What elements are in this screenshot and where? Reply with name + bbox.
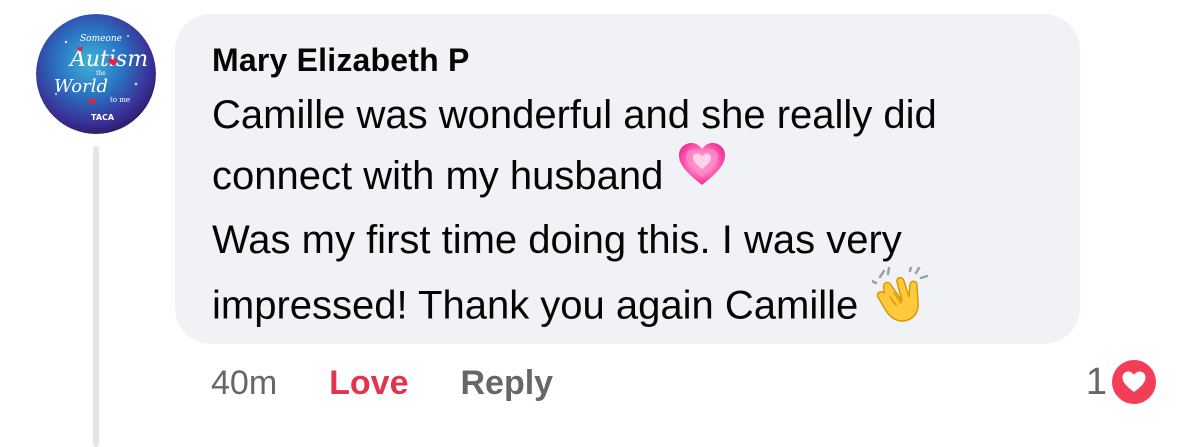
love-button[interactable]: Love [329,364,408,403]
comment-line: Was my first time doing this. I was very [212,218,902,263]
reaction-count: 1 [1085,360,1107,403]
comment-text: Camille was wonderful and she really did… [212,85,1050,345]
clapping-hands-icon [871,266,929,341]
sparkling-heart-icon [677,142,727,206]
comment-line-with-emoji: connect with my husband [212,143,1050,210]
comment-bubble: Mary Elizabeth P Camille was wonderful a… [175,14,1080,344]
avatar-text-5: to me [110,96,130,104]
avatar-text-4: World [54,76,108,97]
avatar-text-1: Someone [80,34,122,44]
comment-author[interactable]: Mary Elizabeth P [212,40,470,80]
comment-line: impressed! Thank you again Camille [212,284,859,328]
avatar[interactable]: Someone Autism the World to me TACA [36,14,156,134]
reply-button[interactable]: Reply [461,364,554,403]
thread-line [93,146,99,447]
comment-actions: 40m Love Reply [211,360,553,406]
comment-timestamp[interactable]: 40m [211,364,277,403]
avatar-text-6: TACA [91,113,115,122]
comment-line: Camille was wonderful and she really did [212,93,937,137]
comment-line: connect with my husband [212,154,664,198]
comment-line-with-emoji: impressed! Thank you again Camille [212,266,1050,345]
reaction-summary[interactable]: 1 [1086,357,1159,407]
heart-reaction-icon [1109,357,1159,407]
